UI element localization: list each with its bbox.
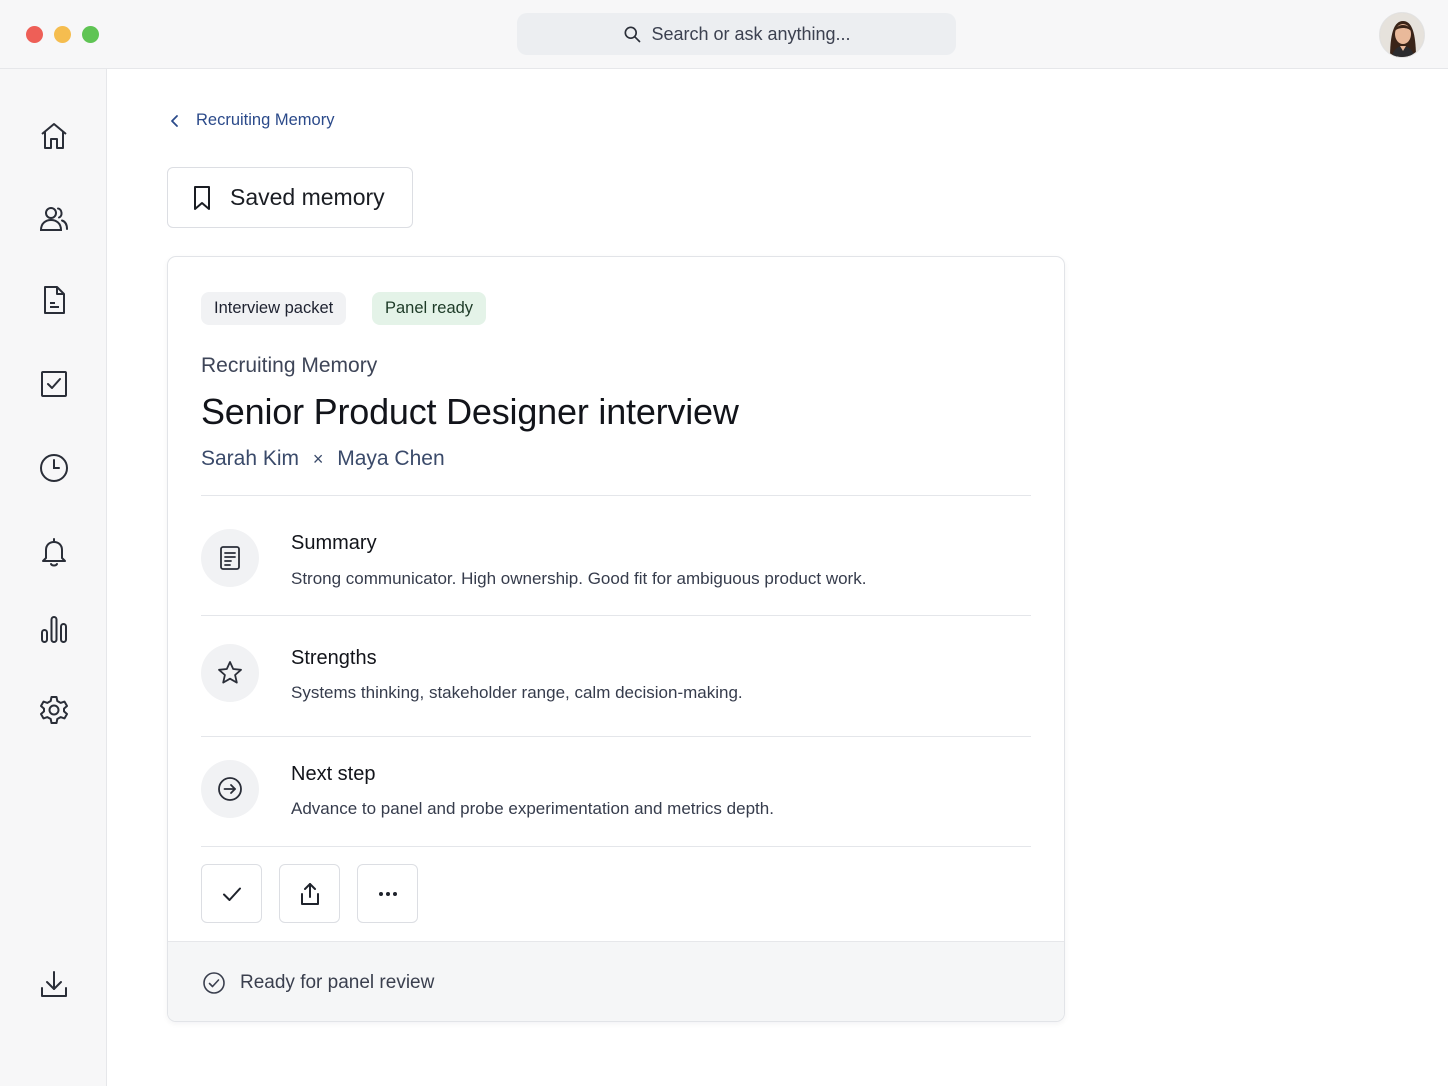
star-icon xyxy=(201,644,259,702)
card-title: Senior Product Designer interview xyxy=(201,391,739,432)
next-step-text: Advance to panel and probe experimentati… xyxy=(291,799,774,818)
chevron-left-icon xyxy=(171,114,178,127)
search-icon xyxy=(624,26,641,43)
divider xyxy=(201,495,1031,496)
participants: Sarah Kim × Maya Chen xyxy=(201,447,445,471)
breadcrumb[interactable]: Recruiting Memory xyxy=(168,111,334,130)
candidate-name: Sarah Kim xyxy=(201,447,300,470)
saved-memory-button[interactable]: Saved memory xyxy=(167,167,413,228)
document-icon[interactable] xyxy=(36,282,72,318)
clock-icon[interactable] xyxy=(36,450,72,486)
divider xyxy=(201,846,1031,847)
summary-text: Strong communicator. High ownership. Goo… xyxy=(291,569,867,588)
summary-title: Summary xyxy=(291,532,377,554)
card-eyebrow: Recruiting Memory xyxy=(201,354,378,377)
download-icon[interactable] xyxy=(36,966,72,1002)
more-icon xyxy=(378,891,397,896)
sidebar xyxy=(0,69,107,1086)
breadcrumb-label: Recruiting Memory xyxy=(196,111,335,129)
interviewer-name: Maya Chen xyxy=(337,447,445,470)
strengths-text: Systems thinking, stakeholder range, cal… xyxy=(291,683,743,702)
saved-memory-label: Saved memory xyxy=(230,184,385,210)
checkbox-icon[interactable] xyxy=(36,366,72,402)
status-text: Ready for panel review xyxy=(240,971,435,993)
strengths-title: Strengths xyxy=(291,647,377,669)
search-placeholder: Search or ask anything... xyxy=(651,23,851,44)
title-bar: Search or ask anything... xyxy=(0,0,1448,69)
search-input[interactable]: Search or ask anything... xyxy=(517,13,956,55)
close-window-button[interactable] xyxy=(26,26,43,43)
more-options-button[interactable] xyxy=(357,864,418,923)
bar-chart-icon[interactable] xyxy=(36,611,72,647)
notes-icon xyxy=(201,529,259,587)
people-icon[interactable] xyxy=(36,201,72,237)
tag-panel-ready: Panel ready xyxy=(372,292,487,325)
check-icon xyxy=(222,887,241,901)
separator-x: × xyxy=(312,449,324,469)
divider xyxy=(201,736,1031,737)
next-step-title: Next step xyxy=(291,763,376,785)
share-button[interactable] xyxy=(279,864,340,923)
divider xyxy=(201,615,1031,616)
maximize-window-button[interactable] xyxy=(82,26,99,43)
gear-icon[interactable] xyxy=(36,692,72,728)
status-footer: Ready for panel review xyxy=(168,941,1064,1021)
check-circle-icon xyxy=(203,971,225,994)
interview-memory-card: Interview packet Panel ready Recruiting … xyxy=(167,256,1065,1022)
minimize-window-button[interactable] xyxy=(54,26,71,43)
bookmark-icon xyxy=(194,185,210,210)
arrow-right-circle-icon xyxy=(201,760,259,818)
home-icon[interactable] xyxy=(36,118,72,154)
avatar[interactable] xyxy=(1379,12,1425,58)
share-icon xyxy=(300,882,319,905)
tag-interview-packet: Interview packet xyxy=(201,292,347,325)
approve-button[interactable] xyxy=(201,864,262,923)
bell-icon[interactable] xyxy=(36,534,72,570)
